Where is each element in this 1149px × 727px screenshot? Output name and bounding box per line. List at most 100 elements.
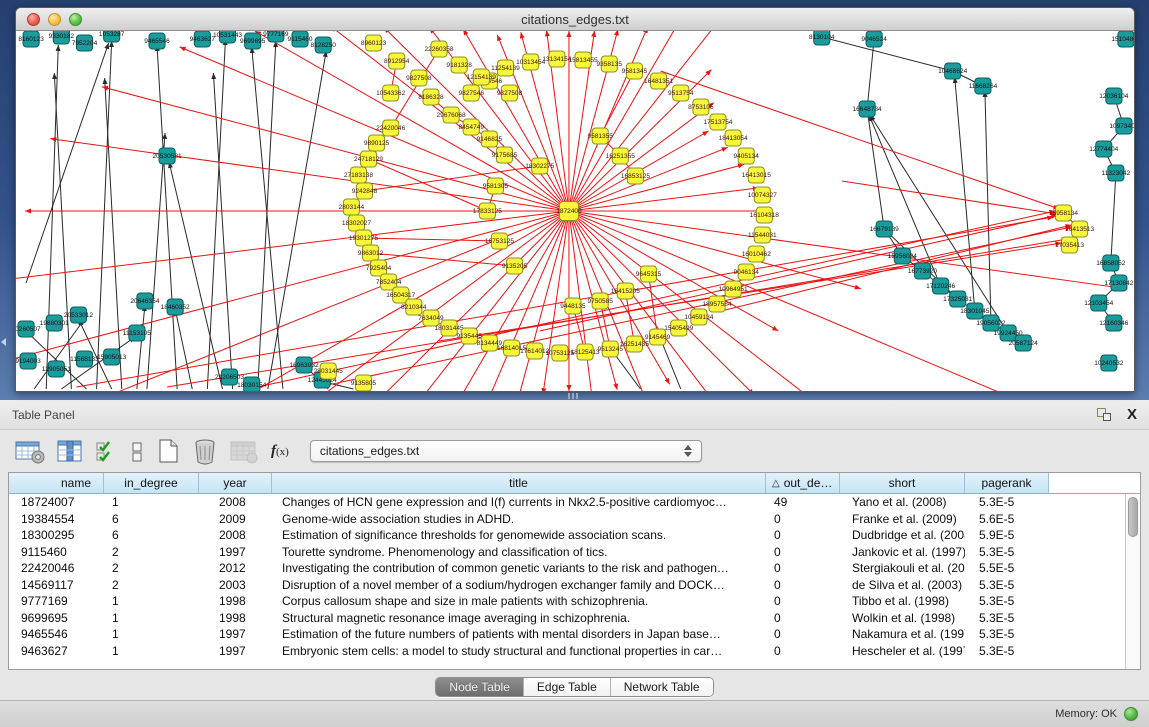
graph-node[interactable]: 12160346 — [1099, 315, 1128, 331]
graph-node[interactable]: 10543362 — [376, 85, 405, 101]
table-row[interactable]: 1456911722003Disruption of a novel membe… — [9, 577, 1125, 594]
graph-node[interactable]: 16853125 — [621, 168, 650, 184]
minimize-window-button[interactable] — [48, 13, 61, 26]
graph-node[interactable]: 12103454 — [1084, 295, 1113, 311]
table-row[interactable]: 1872400712008Changes of HCN gene express… — [9, 494, 1125, 511]
graph-node[interactable]: 15956024 — [888, 248, 917, 264]
graph-node[interactable]: 8128250 — [310, 37, 336, 53]
graph-node[interactable]: 8186328 — [418, 89, 444, 105]
graph-node[interactable]: 12905051 — [42, 361, 71, 377]
graph-node[interactable]: 16413513 — [1065, 221, 1094, 237]
graph-node[interactable]: 9890125 — [364, 135, 390, 151]
graph-node[interactable]: 2803144 — [339, 199, 365, 215]
function-builder-icon[interactable]: f(x) — [271, 443, 289, 460]
graph-node[interactable]: 16753125 — [485, 233, 514, 249]
graph-node[interactable]: 16858052 — [1096, 255, 1125, 271]
graph-node[interactable]: 22420046 — [376, 120, 405, 136]
graph-node[interactable]: 9194003 — [16, 353, 41, 369]
graph-node[interactable]: 15813455 — [569, 52, 598, 68]
table-row[interactable]: 969969511998Structural magnetic resonanc… — [9, 610, 1125, 627]
graph-node[interactable]: 16413015 — [742, 167, 771, 183]
graph-node[interactable]: 16251355 — [606, 148, 635, 164]
graph-node[interactable]: 22260358 — [424, 41, 453, 57]
graph-node[interactable]: 11153105 — [123, 325, 151, 341]
graph-node[interactable]: 9465546 — [144, 33, 170, 49]
table-row[interactable]: 946362711997Embryonic stem cells: a mode… — [9, 643, 1125, 660]
graph-node[interactable]: 9135805 — [351, 375, 377, 391]
close-window-button[interactable] — [27, 13, 40, 26]
panel-split-grip[interactable] — [568, 393, 580, 399]
graph-node[interactable]: 20646354 — [130, 293, 159, 309]
graph-node[interactable]: 9513754 — [668, 85, 694, 101]
graph-node[interactable]: 9135205 — [502, 258, 528, 274]
column-header-name[interactable]: name — [9, 473, 104, 493]
graph-node[interactable]: 16415205 — [611, 283, 640, 299]
graph-node[interactable]: 11668264 — [969, 78, 998, 94]
graph-node[interactable]: 8130104 — [809, 31, 835, 45]
graph-node[interactable]: 16010462 — [742, 246, 771, 262]
table-mode-icon[interactable] — [14, 438, 46, 465]
graph-node[interactable]: 18125413 — [571, 344, 600, 360]
graph-node[interactable]: 13134154 — [542, 51, 571, 67]
table-row[interactable]: 2242004622012Investigating the contribut… — [9, 560, 1125, 577]
table-scrollbar[interactable] — [1125, 494, 1140, 669]
graph-node[interactable]: 18413054 — [719, 130, 748, 146]
left-panel-grip[interactable] — [1, 338, 6, 346]
table-row[interactable]: 946554611997Estimation of the future num… — [9, 626, 1125, 643]
graph-node[interactable]: 10964951 — [719, 281, 748, 297]
tab-edge-table[interactable]: Edge Table — [524, 678, 611, 696]
graph-node[interactable]: 1053287 — [99, 31, 125, 42]
graph-node[interactable]: 9181328 — [446, 57, 472, 73]
show-columns-icon[interactable] — [55, 438, 85, 465]
graph-node[interactable]: 9448135 — [560, 298, 586, 314]
table-scrollbar-thumb[interactable] — [1128, 497, 1138, 537]
graph-node[interactable]: 9581345 — [622, 63, 648, 79]
graph-node[interactable]: 10313454 — [516, 54, 545, 70]
float-panel-icon[interactable] — [1097, 408, 1111, 421]
table-row[interactable]: 1830029562008Estimation of significance … — [9, 527, 1125, 544]
graph-node[interactable]: 9242848 — [352, 183, 378, 199]
graph-node[interactable]: 15104808 — [1111, 31, 1134, 47]
create-column-icon[interactable] — [154, 437, 182, 465]
graph-node[interactable]: 18302027 — [342, 215, 371, 231]
graph-node[interactable]: 8960123 — [361, 35, 387, 51]
table-row[interactable]: 977716911998Corpus callosum shape and si… — [9, 593, 1125, 610]
graph-node[interactable]: 9463627 — [190, 31, 216, 47]
graph-node[interactable]: 10531443 — [213, 31, 242, 43]
graph-node[interactable]: 17833125 — [473, 203, 502, 219]
graph-node[interactable]: 9358135 — [597, 56, 623, 72]
graph-node[interactable]: 17130842 — [1104, 275, 1133, 291]
column-header-pagerank[interactable]: pagerank — [965, 473, 1049, 493]
column-header-out_de[interactable]: △out_de… — [766, 473, 840, 493]
graph-node[interactable]: 8912954 — [384, 53, 410, 69]
graph-node[interactable]: 9330182 — [49, 31, 75, 44]
graph-node[interactable]: 10240532 — [1094, 355, 1123, 371]
graph-node[interactable]: 10074327 — [748, 187, 777, 203]
graph-node[interactable]: 8753105 — [688, 99, 714, 115]
graph-node[interactable]: 12774404 — [1089, 141, 1118, 157]
graph-node[interactable]: 29676068 — [437, 107, 466, 123]
graph-node[interactable]: 12036104 — [1099, 88, 1128, 104]
column-header-in_degree[interactable]: in_degree — [104, 473, 199, 493]
tab-node-table[interactable]: Node Table — [436, 678, 524, 696]
network-canvas[interactable]: 8160123933018279522041053287946554694636… — [16, 31, 1134, 391]
table-row[interactable]: 1938455462009Genome-wide association stu… — [9, 511, 1125, 528]
graph-node[interactable]: 11544031 — [748, 227, 777, 243]
graph-node[interactable]: 10973403 — [1109, 118, 1134, 134]
window-titlebar[interactable]: citations_edges.txt — [16, 8, 1134, 31]
column-header-year[interactable]: year — [199, 473, 272, 493]
graph-node[interactable]: 17513754 — [703, 114, 732, 130]
column-header-short[interactable]: short — [840, 473, 965, 493]
graph-node[interactable]: 16648734 — [853, 101, 882, 117]
graph-node[interactable]: 9827508 — [406, 70, 432, 86]
graph-node[interactable]: 9827546 — [459, 85, 485, 101]
graph-node[interactable]: 19301275 — [349, 230, 378, 246]
tab-network-table[interactable]: Network Table — [611, 678, 713, 696]
graph-node[interactable]: 9115460 — [288, 31, 313, 47]
graph-node[interactable]: 24718129 — [354, 151, 383, 167]
graph-node[interactable]: 16679139 — [870, 221, 899, 237]
row-height-icon[interactable] — [129, 438, 145, 465]
graph-node[interactable]: 16773920 — [908, 263, 937, 279]
graph-node[interactable]: 9046524 — [861, 31, 887, 47]
graph-node[interactable]: 16481351 — [644, 73, 673, 89]
